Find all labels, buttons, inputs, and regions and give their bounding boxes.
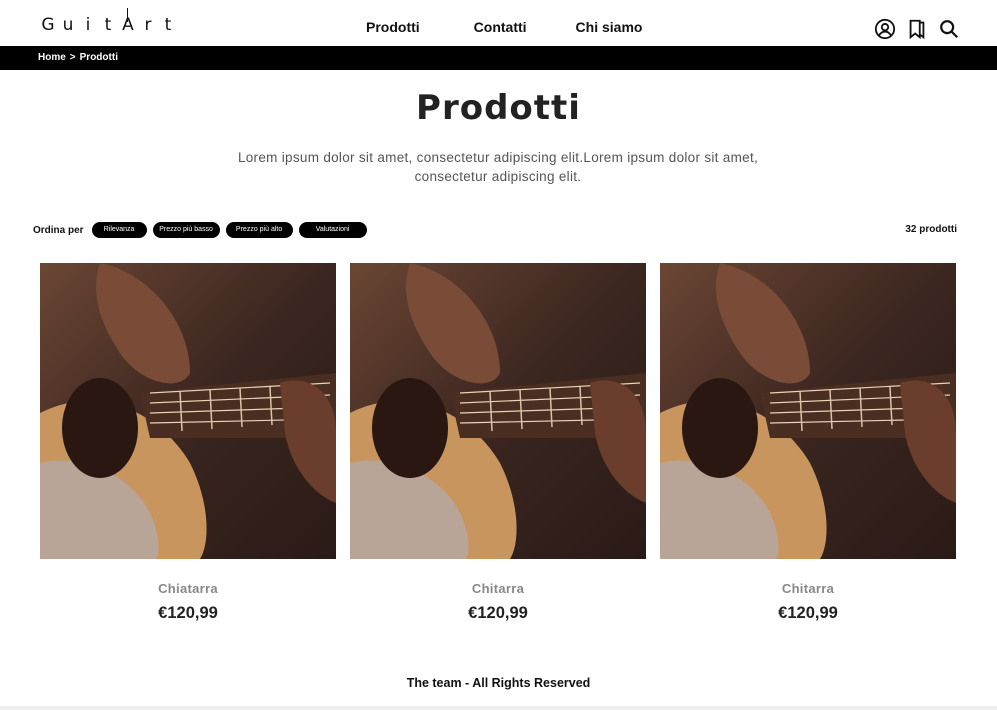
product-price: €120,99 [778, 604, 838, 622]
nav-prodotti[interactable]: Prodotti [366, 19, 420, 35]
logo-letter: A [118, 8, 138, 38]
sort-label: Ordina per [33, 224, 84, 236]
footer-divider [0, 706, 997, 710]
logo-letter: r [144, 15, 152, 35]
search-icon[interactable] [938, 18, 960, 40]
breadcrumb-home[interactable]: Home [38, 52, 66, 63]
nav-chi-siamo[interactable]: Chi siamo [576, 19, 643, 35]
product-image[interactable] [350, 263, 646, 559]
header-icons [874, 18, 960, 40]
bookmark-icon[interactable] [906, 18, 928, 40]
product-image[interactable] [40, 263, 336, 559]
breadcrumb-separator: > [69, 52, 76, 63]
site-header: G u i t A r t Prodotti Contatti Chi siam… [0, 0, 997, 46]
logo-letter: t [164, 15, 172, 35]
sort-option-rilevanza[interactable]: Rilevanza [91, 222, 147, 238]
sort-option-valutazioni[interactable]: Valutazioni [298, 222, 367, 238]
product-count: 32 prodotti [905, 224, 957, 235]
product-grid: Chiatarra €120,99 Chitarra €120,99 Chita… [40, 263, 956, 623]
breadcrumb-current: Prodotti [79, 52, 118, 63]
product-card[interactable]: Chiatarra €120,99 [40, 263, 336, 623]
logo-letter: u [62, 15, 74, 35]
breadcrumb-bar: Home > Prodotti [0, 46, 997, 70]
brand-logo[interactable]: G u i t A r t [38, 4, 178, 38]
product-card[interactable]: Chitarra €120,99 [350, 263, 646, 623]
logo-letter: G [41, 15, 55, 35]
logo-letter: t [104, 15, 112, 35]
product-name[interactable]: Chiatarra [40, 581, 336, 596]
nav-contatti[interactable]: Contatti [474, 19, 527, 35]
sort-option-prezzo-basso[interactable]: Prezzo più basso [152, 222, 220, 238]
product-price: €120,99 [158, 604, 218, 622]
main-nav: Prodotti Contatti Chi siamo [366, 19, 642, 35]
logo-letter: i [85, 15, 91, 35]
sort-option-prezzo-alto[interactable]: Prezzo più alto [225, 222, 293, 238]
sort-bar: Ordina per Rilevanza Prezzo più basso Pr… [33, 222, 373, 238]
product-name[interactable]: Chitarra [660, 581, 956, 596]
page-intro: Lorem ipsum dolor sit amet, consectetur … [237, 150, 759, 184]
product-image[interactable] [660, 263, 956, 559]
product-price: €120,99 [468, 604, 528, 622]
breadcrumb: Home > Prodotti [38, 52, 118, 63]
footer-text: The team - All Rights Reserved [406, 676, 591, 690]
product-name[interactable]: Chitarra [350, 581, 646, 596]
page-title: Prodotti [416, 88, 581, 128]
user-icon[interactable] [874, 18, 896, 40]
product-card[interactable]: Chitarra €120,99 [660, 263, 956, 623]
